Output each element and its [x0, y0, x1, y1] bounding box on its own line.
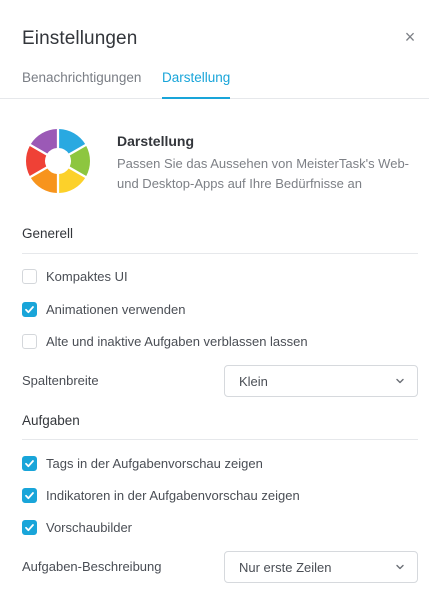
checkbox-label: Animationen verwenden: [46, 301, 186, 317]
checkmark-icon: [25, 491, 34, 499]
checkbox-label: Alte und inaktive Aufgaben verblassen la…: [46, 333, 308, 349]
select-value: Nur erste Zeilen: [239, 560, 332, 575]
chevron-down-icon: [396, 564, 404, 570]
tab-bar: Benachrichtigungen Darstellung: [0, 66, 429, 99]
checkmark-icon: [25, 305, 34, 313]
checkbox-box[interactable]: [22, 268, 37, 284]
checkbox-label: Kompaktes UI: [46, 268, 128, 284]
task-description-label: Aufgaben-Beschreibung: [22, 559, 162, 574]
tab-notifications[interactable]: Benachrichtigungen: [22, 70, 141, 99]
checkmark-icon: [25, 459, 34, 467]
checkbox-box[interactable]: [22, 519, 37, 535]
intro-description: Passen Sie das Aussehen von MeisterTask'…: [117, 156, 409, 191]
section-general-heading: Generell: [22, 226, 74, 241]
checkbox-box[interactable]: [22, 301, 37, 317]
animations-checkbox[interactable]: Animationen verwenden: [22, 299, 185, 319]
chevron-down-icon: [396, 378, 404, 384]
intro-title: Darstellung: [117, 133, 195, 149]
checkbox-box[interactable]: [22, 455, 37, 471]
checkbox-label: Vorschaubilder: [46, 519, 132, 535]
divider: [22, 253, 418, 254]
dialog-title: Einstellungen: [22, 28, 138, 49]
section-tasks-heading: Aufgaben: [22, 413, 80, 428]
indicators-preview-checkbox[interactable]: Indikatoren in der Aufgabenvorschau zeig…: [22, 485, 300, 505]
dialog-header: Einstellungen ×: [0, 0, 429, 70]
select-value: Klein: [239, 374, 268, 389]
checkmark-icon: [25, 523, 34, 531]
column-width-select[interactable]: Klein: [224, 365, 418, 397]
compact-ui-checkbox[interactable]: Kompaktes UI: [22, 266, 128, 286]
thumbnails-checkbox[interactable]: Vorschaubilder: [22, 517, 132, 537]
fade-tasks-checkbox[interactable]: Alte und inaktive Aufgaben verblassen la…: [22, 331, 308, 351]
checkbox-box[interactable]: [22, 487, 37, 503]
column-width-label: Spaltenbreite: [22, 373, 99, 388]
checkbox-label: Indikatoren in der Aufgabenvorschau zeig…: [46, 487, 300, 503]
tab-appearance[interactable]: Darstellung: [162, 70, 231, 99]
divider: [22, 439, 418, 440]
appearance-logo-icon: [26, 129, 90, 193]
tags-preview-checkbox[interactable]: Tags in der Aufgabenvorschau zeigen: [22, 453, 263, 473]
task-description-select[interactable]: Nur erste Zeilen: [224, 551, 418, 583]
checkbox-box[interactable]: [22, 333, 37, 349]
checkbox-label: Tags in der Aufgabenvorschau zeigen: [46, 455, 263, 471]
close-icon[interactable]: ×: [400, 26, 420, 48]
